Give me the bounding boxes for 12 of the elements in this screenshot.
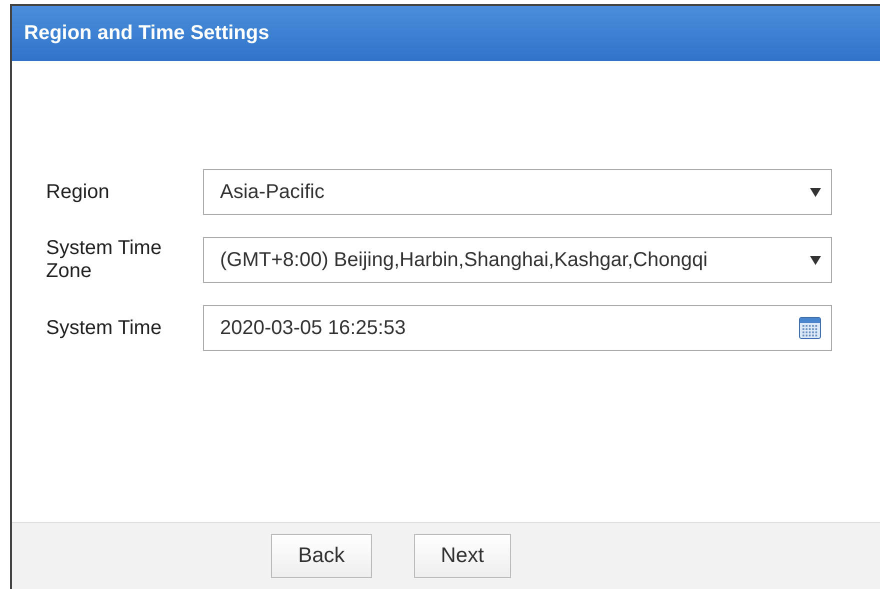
field-label: System Time Zone [46,237,163,283]
caret-icon [810,256,821,264]
field-label: Region [46,180,110,204]
dropdown[interactable]: Asia-Pacific [203,169,832,215]
window-title: Region and Time Settings [24,22,270,45]
dropdown[interactable]: (GMT+8:00) Beijing,Harbin,Shanghai,Kashgar,Chongqi [203,237,832,283]
caret-icon [810,188,821,196]
calendar-icon[interactable] [799,317,821,339]
wizard-button[interactable]: Next [414,534,511,578]
wizard-button[interactable]: Back [271,534,372,578]
date-field[interactable]: 2020-03-05 16:25:53 [203,305,832,351]
field-label: System Time [46,316,163,340]
